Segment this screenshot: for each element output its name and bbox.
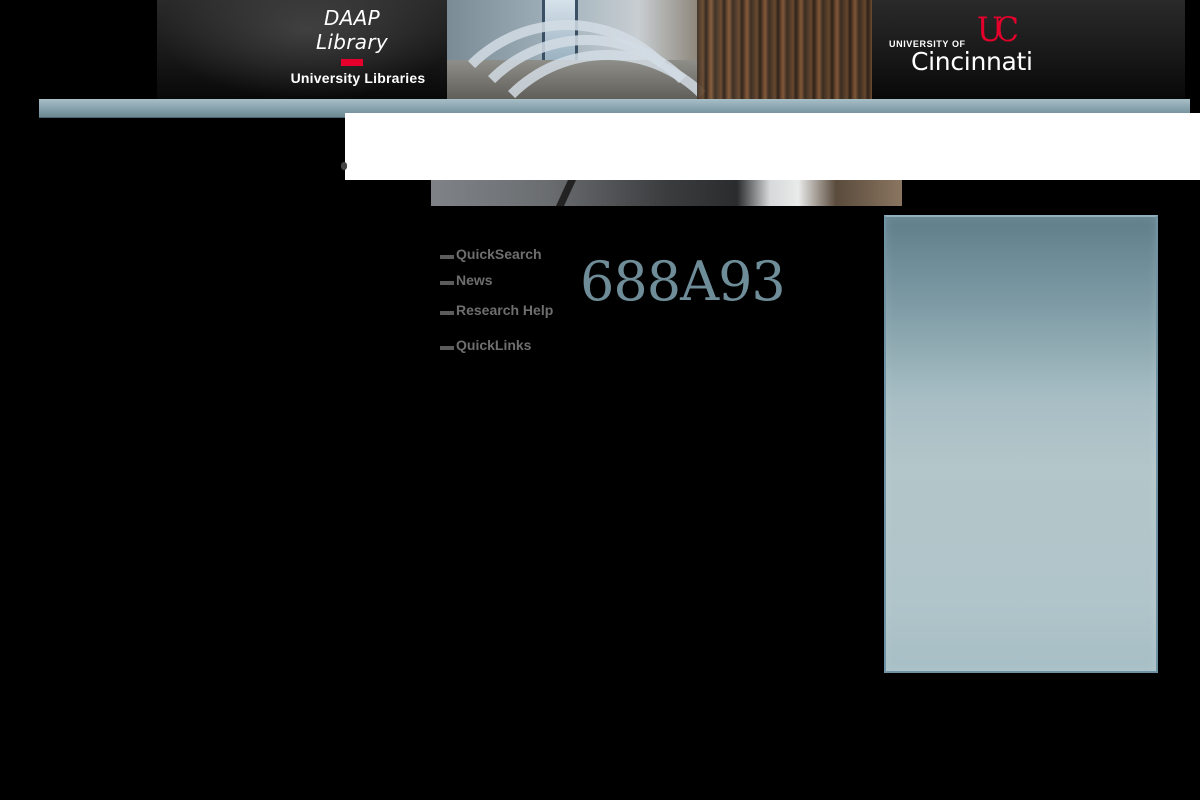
- bullet-dash-icon: [440, 345, 454, 350]
- nav-item-news[interactable]: News: [440, 272, 493, 288]
- daap-library-logo[interactable]: DAAP Library University Libraries: [272, 6, 432, 87]
- library-interior-photo: [447, 0, 872, 100]
- university-libraries-label: University Libraries: [290, 70, 426, 86]
- photo-strip-chair: [556, 180, 576, 206]
- bullet-dash-icon: [440, 310, 454, 315]
- nav-item-quicklinks[interactable]: QuickLinks: [440, 337, 531, 353]
- side-content-panel: [884, 215, 1158, 673]
- white-banner-panel: [341, 113, 1200, 180]
- code-heading: 688A93: [580, 250, 786, 313]
- uc-monogram: UC: [976, 10, 1019, 50]
- library-name-line2: Library: [315, 30, 389, 54]
- nav-item-label: Research Help: [456, 302, 554, 318]
- nav-item-label: QuickSearch: [456, 246, 542, 262]
- panel-nub: [341, 162, 347, 170]
- photo-bookshelves: [697, 0, 872, 100]
- nav-item-label: QuickLinks: [456, 337, 532, 353]
- uc-cincinnati-label: Cincinnati: [911, 47, 1033, 76]
- nav-item-quicksearch[interactable]: QuickSearch: [440, 246, 542, 262]
- university-of-cincinnati-logo[interactable]: UNIVERSITY OF UC Cincinnati: [889, 10, 1039, 80]
- photo-strip: [431, 180, 902, 206]
- nav-item-label: News: [456, 272, 493, 288]
- bullet-dash-icon: [440, 254, 454, 259]
- brand-red-bar: [341, 59, 363, 66]
- library-name-line1: DAAP: [323, 6, 381, 30]
- nav-item-research-help[interactable]: Research Help: [440, 302, 553, 318]
- bullet-dash-icon: [440, 280, 454, 285]
- header-banner: DAAP Library University Libraries UNIVER…: [157, 0, 1185, 100]
